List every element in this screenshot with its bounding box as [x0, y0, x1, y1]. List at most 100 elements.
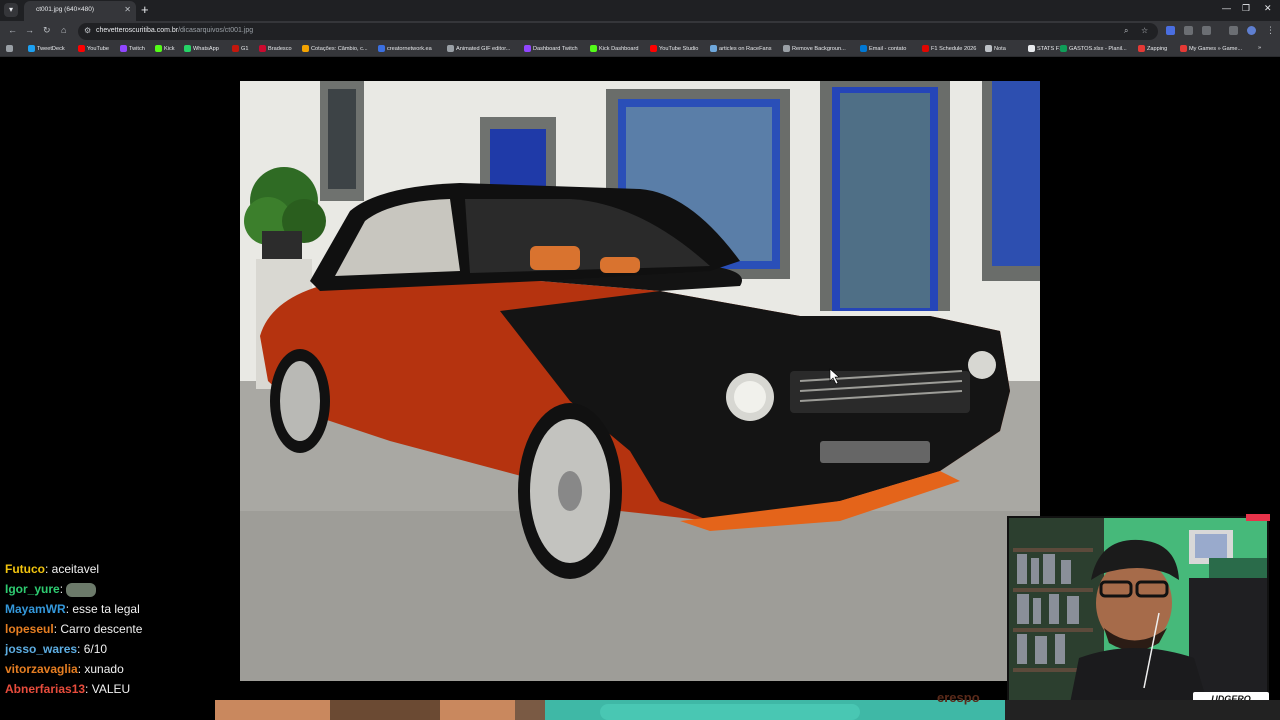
bookmark-star-icon[interactable]: ☆	[1141, 26, 1148, 35]
forward-icon[interactable]: →	[25, 25, 34, 35]
bookmark-item[interactable]: Animated GIF editor...	[447, 45, 510, 52]
tab-search-button[interactable]: ▾	[4, 3, 18, 17]
bookmark-item[interactable]: articles on RaceFans	[710, 45, 772, 52]
chat-text: VALEU	[91, 682, 131, 696]
bookmark-item[interactable]: Nota	[985, 45, 1006, 52]
bookmark-item[interactable]: TweetDeck	[28, 45, 65, 52]
webcam-accent-tag	[1246, 514, 1270, 521]
ea-icon	[378, 45, 385, 52]
bookmark-item[interactable]: GASTOS.xlsx - Planil...	[1060, 45, 1127, 52]
chat-username[interactable]: MayamWR	[5, 602, 66, 616]
games-icon	[1180, 45, 1187, 52]
bookmark-label: TweetDeck	[37, 45, 65, 52]
extension-shield-icon[interactable]	[1166, 26, 1175, 35]
bookmark-item[interactable]: YouTube	[78, 45, 109, 52]
bookmark-label: YouTube Studio	[659, 45, 699, 52]
chat-text: esse ta legal	[72, 602, 140, 616]
tweetdeck-icon	[28, 45, 35, 52]
bookmark-label: Nota	[994, 45, 1006, 52]
bookmark-item[interactable]: G1	[232, 45, 248, 52]
back-icon[interactable]: ←	[8, 25, 17, 35]
tab-title: ct001.jpg (640×480)	[36, 6, 95, 13]
bookmark-item[interactable]: YouTube Studio	[650, 45, 698, 52]
chat-message: Futuco: aceitavel	[5, 562, 99, 576]
tab-active[interactable]: ct001.jpg (640×480) ✕	[24, 1, 136, 21]
bookmark-item[interactable]: STATS F1	[1028, 45, 1062, 52]
bookmark-label: GASTOS.xlsx - Planil...	[1069, 45, 1127, 52]
bookmark-item[interactable]: Email - contato	[860, 45, 906, 52]
chat-username[interactable]: vitorzavaglia	[5, 662, 78, 676]
bookmark-item[interactable]: My Games » Game...	[1180, 45, 1242, 52]
url-text[interactable]: chevetteroscuritiba.com.br/dicasarquivos…	[96, 27, 253, 34]
bookmark-item[interactable]: Bradesco	[259, 45, 292, 52]
bookmark-label: WhatsApp	[193, 45, 219, 52]
bookmarks-bar: TweetDeck YouTube Twitch Kick WhatsApp G1 Brad…	[0, 42, 1280, 57]
g1-icon	[232, 45, 239, 52]
globe-icon	[985, 45, 992, 52]
menu-kebab-icon[interactable]: ⋮	[1266, 25, 1275, 36]
zoom-icon[interactable]: ⌕	[1124, 26, 1128, 36]
extension-printer-icon[interactable]	[1184, 26, 1193, 35]
restore-icon[interactable]: ❐	[1242, 3, 1250, 14]
chat-message: Abnerfarias13: VALEU	[5, 682, 130, 696]
profile-icon[interactable]	[1247, 26, 1256, 35]
racefans-icon	[710, 45, 717, 52]
close-window-icon[interactable]: ✕	[1264, 3, 1272, 14]
secondary-video-illustration	[0, 700, 1280, 720]
bookmark-item[interactable]: creatornetwork.ea	[378, 45, 432, 52]
bookmark-item[interactable]: F1 Schedule 2026	[922, 45, 976, 52]
twitch-icon	[524, 45, 531, 52]
new-tab-button[interactable]: +	[141, 2, 149, 17]
bookmark-item[interactable]: Cotações: Câmbio, c...	[302, 45, 368, 52]
bookmark-item[interactable]: Twitch	[120, 45, 145, 52]
bookmarks-overflow-icon[interactable]: »	[1258, 45, 1261, 51]
chat-username[interactable]: Futuco	[5, 562, 45, 576]
chat-message: vitorzavaglia: xunado	[5, 662, 124, 676]
gif-icon	[447, 45, 454, 52]
coin-icon	[302, 45, 309, 52]
bookmark-label: Dashboard Twitch	[533, 45, 578, 52]
chat-username[interactable]: Igor_yure	[5, 582, 60, 596]
navigation-bar: ← → ↻ ⌂ ⚙ chevetteroscuritiba.com.br/dic…	[0, 21, 1280, 42]
outlook-icon	[860, 45, 867, 52]
extensions-puzzle-icon[interactable]	[1202, 26, 1211, 35]
sheets-icon	[1060, 45, 1067, 52]
kick-icon	[590, 45, 597, 52]
site-info-icon[interactable]: ⚙	[84, 26, 91, 35]
secondary-video-strip	[0, 700, 1280, 720]
secondary-video-caption: erespo	[937, 690, 980, 705]
address-bar[interactable]: ⚙ chevetteroscuritiba.com.br/dicasarquiv…	[78, 23, 1158, 40]
stats-icon	[1028, 45, 1035, 52]
bradesco-icon	[259, 45, 266, 52]
webcam-feed	[1007, 516, 1269, 706]
chat-message: MayamWR: esse ta legal	[5, 602, 140, 616]
bookmark-item[interactable]: Remove Backgroun...	[783, 45, 846, 52]
remove-bg-icon	[783, 45, 790, 52]
chat-username[interactable]: lopeseul	[5, 622, 54, 636]
chat-text: 6/10	[83, 642, 108, 656]
chat-text: Carro descente	[60, 622, 143, 636]
webcam-illustration	[1009, 518, 1267, 704]
chat-username[interactable]: josso_wares	[5, 642, 77, 656]
youtube-icon	[650, 45, 657, 52]
twitch-icon	[120, 45, 127, 52]
bookmark-item[interactable]: Kick	[155, 45, 175, 52]
stream-chat: Futuco: aceitavel Igor_yure: MayamWR: ess…	[0, 558, 215, 720]
home-icon[interactable]: ⌂	[61, 25, 66, 35]
media-controls-icon[interactable]	[1229, 26, 1238, 35]
tab-close-icon[interactable]: ✕	[124, 5, 131, 14]
chat-separator: :	[85, 682, 92, 696]
bookmark-item[interactable]: Dashboard Twitch	[524, 45, 578, 52]
f1-icon	[922, 45, 929, 52]
reload-icon[interactable]: ↻	[43, 25, 51, 36]
minimize-icon[interactable]: —	[1222, 3, 1231, 13]
chat-separator: :	[45, 562, 52, 576]
apps-grid-icon[interactable]	[6, 45, 13, 52]
bookmark-item[interactable]: Kick Dashboard	[590, 45, 639, 52]
chat-separator: :	[77, 642, 84, 656]
chat-username[interactable]: Abnerfarias13	[5, 682, 85, 696]
bookmark-label: Email - contato	[869, 45, 907, 52]
bookmark-item[interactable]: WhatsApp	[184, 45, 219, 52]
bookmark-item[interactable]: Zapping	[1138, 45, 1167, 52]
bookmark-label: Bradesco	[268, 45, 292, 52]
